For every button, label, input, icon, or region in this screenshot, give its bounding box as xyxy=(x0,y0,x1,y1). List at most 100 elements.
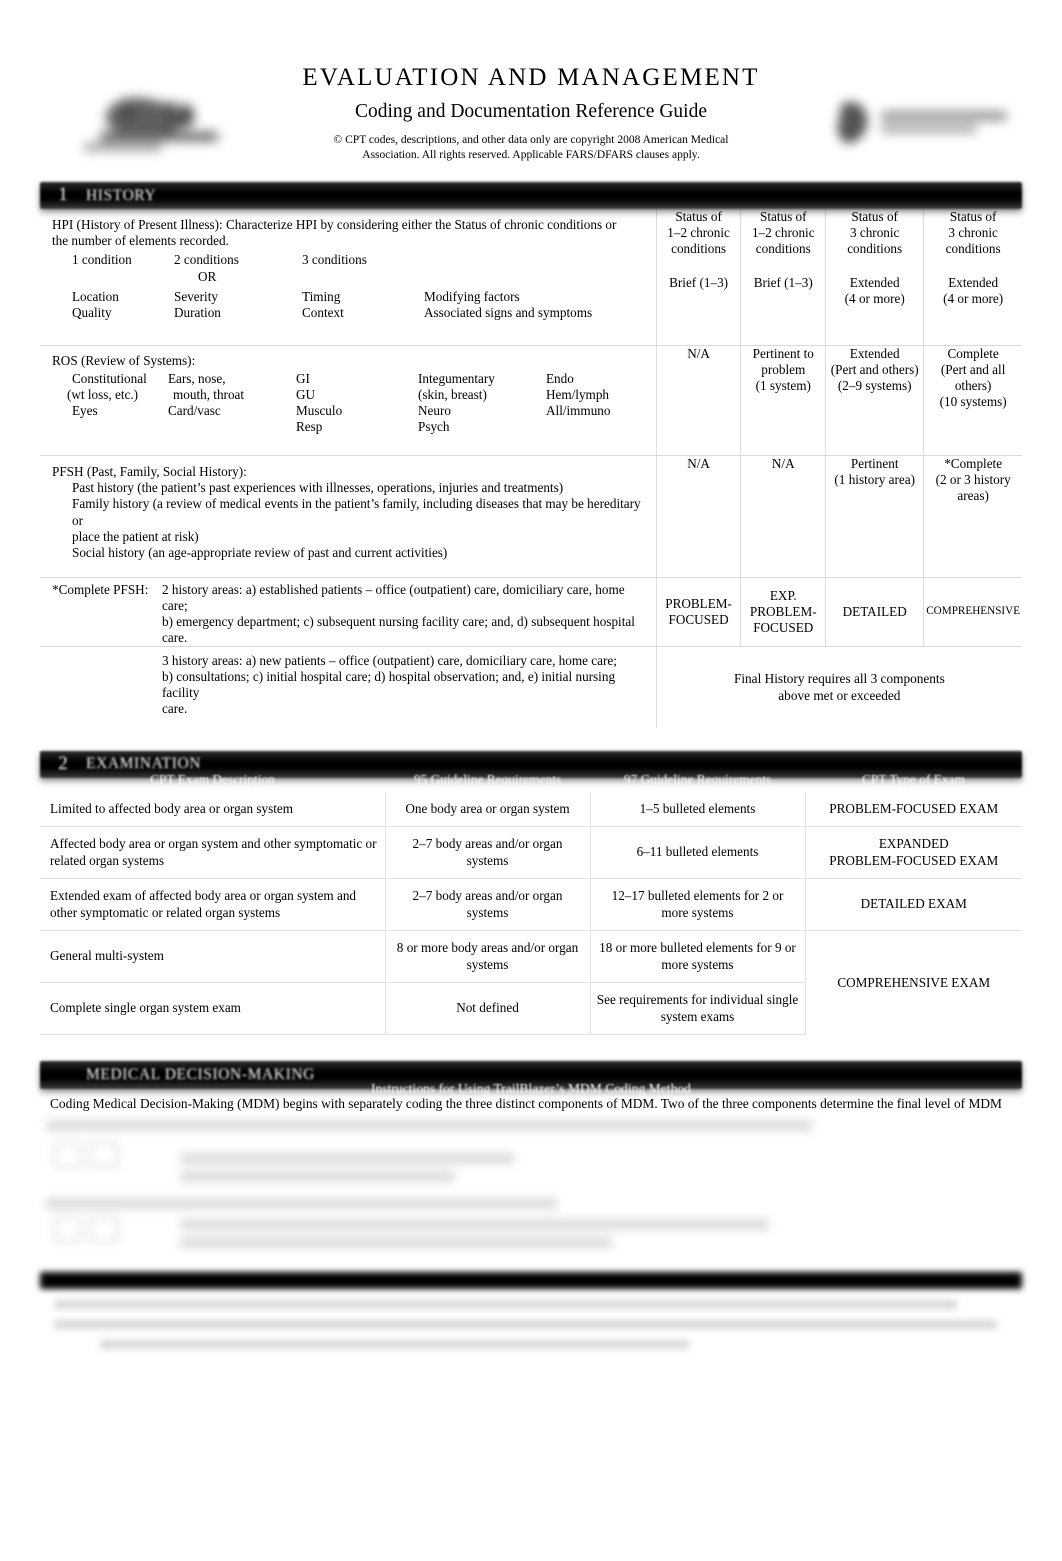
ros-level-3-line-2: (Pert and others) xyxy=(830,361,919,377)
ros-level-4-cell: Complete (Pert and all others) (10 syste… xyxy=(923,345,1022,456)
ros-col3-item-1: GI xyxy=(296,370,310,386)
page-title: EVALUATION AND MANAGEMENT xyxy=(302,64,760,91)
ros-level-3-line-3: (2–9 systems) xyxy=(837,377,912,393)
pfsh-level-1-cell: N/A xyxy=(655,455,741,578)
exam-row-4-type: COMPREHENSIVE EXAM xyxy=(804,930,1022,1035)
history-final-note: Final History requires all 3 components … xyxy=(655,646,1022,728)
history-row-ros: ROS (Review of Systems): Constitutional … xyxy=(40,345,1022,456)
hpi-level-1-line-3: conditions xyxy=(671,241,727,257)
complete-pfsh-cell-2: 3 history areas: a) new patients – offic… xyxy=(40,647,656,728)
pfsh-level-3-line-2: (1 history area) xyxy=(834,472,915,488)
hpi-level-1-line-2: 1–2 chronic xyxy=(667,225,730,241)
hpi-level-4-line-2: 3 chronic xyxy=(948,225,998,241)
pfsh-level-4-line-2: (2 or 3 history xyxy=(935,472,1011,488)
copyright-line-1: © CPT codes, descriptions, and other dat… xyxy=(333,133,729,146)
history-table: HPI (History of Present Illness): Charac… xyxy=(40,209,1022,728)
hpi-level-4-value-2: (4 or more) xyxy=(943,290,1004,306)
complete-pfsh-b2-line-2: b) consultations; c) initial hospital ca… xyxy=(162,669,616,701)
table-row: Extended exam of affected body area or o… xyxy=(40,878,1022,932)
exam-row-1-g97: 1–5 bulleted elements xyxy=(589,791,805,828)
ros-col3-item-4: Resp xyxy=(296,419,323,435)
history-final-note-line-2: above met or exceeded xyxy=(778,688,901,704)
hpi-level-3-value-1: Extended xyxy=(849,274,900,290)
mdm-section: MEDICAL DECISION-MAKING Instructions for… xyxy=(40,1061,1022,1267)
footer-faded-content xyxy=(40,1299,1022,1349)
complete-pfsh-b1-line-3: care. xyxy=(162,630,188,646)
hpi-element-context: Context xyxy=(302,304,344,320)
history-section-header: 1 HISTORY xyxy=(40,182,1022,210)
history-section: 1 HISTORY HPI (History of Present Illnes… xyxy=(40,182,1022,728)
exam-col-header-95: 95 Guideline Requirements xyxy=(413,771,562,787)
history-level-name-2-line-1: EXP. xyxy=(769,587,797,603)
pfsh-item-past: Past history (the patient’s past experie… xyxy=(72,480,564,496)
examination-table: Limited to affected body area or organ s… xyxy=(40,791,1022,1036)
history-level-name-1-line-2: FOCUSED xyxy=(668,612,729,628)
ros-level-2-cell: Pertinent to problem (1 system) xyxy=(740,345,826,456)
hpi-condition-1: 1 condition xyxy=(72,252,132,268)
exam-row-2-type-line-1: EXPANDED xyxy=(878,836,949,852)
exam-row-3-g95: 2–7 body areas and/or organ systems xyxy=(384,878,590,932)
exam-row-1-description: Limited to affected body area or organ s… xyxy=(40,791,385,828)
exam-col-header-description: CPT Exam Description xyxy=(150,771,275,787)
hpi-intro-line-1: HPI (History of Present Illness): Charac… xyxy=(52,217,617,233)
hpi-element-duration: Duration xyxy=(174,304,221,320)
complete-pfsh-label: *Complete PFSH: xyxy=(52,581,149,597)
ros-col4-item-1: Integumentary xyxy=(418,370,495,386)
complete-pfsh-b1-line-2: b) emergency department; c) subsequent n… xyxy=(162,614,635,630)
hpi-level-2-cell: Status of 1–2 chronic conditions Brief (… xyxy=(740,209,826,346)
complete-pfsh-b2-line-1: 3 history areas: a) new patients – offic… xyxy=(162,653,617,669)
ros-col1-item-3: Eyes xyxy=(72,403,98,419)
hpi-level-2-line-3: conditions xyxy=(755,241,811,257)
hpi-element-severity: Severity xyxy=(174,288,218,304)
mdm-section-subtitle: Instructions for Using TrailBlazer’s MDM… xyxy=(371,1081,691,1097)
exam-row-5-description: Complete single organ system exam xyxy=(40,982,385,1036)
hpi-level-2-line-2: 1–2 chronic xyxy=(751,225,815,241)
history-level-name-4: COMPREHENSIVE xyxy=(923,577,1022,647)
ros-level-2-line-2: problem xyxy=(761,361,806,377)
history-row-final: 3 history areas: a) new patients – offic… xyxy=(40,646,1022,728)
table-row: Limited to affected body area or organ s… xyxy=(40,791,1022,828)
exam-row-5-g95: Not defined xyxy=(384,982,590,1036)
hpi-level-3-cell: Status of 3 chronic conditions Extended … xyxy=(825,209,924,346)
ros-label: ROS (Review of Systems): xyxy=(52,352,196,368)
ros-level-2-line-1: Pertinent to xyxy=(752,345,814,361)
ros-col4-item-2: (skin, breast) xyxy=(418,386,487,402)
history-section-title: HISTORY xyxy=(86,186,157,204)
pfsh-item-family-cont: place the patient at risk) xyxy=(72,528,199,544)
hpi-level-2-line-1: Status of xyxy=(759,209,807,225)
pfsh-level-3-cell: Pertinent (1 history area) xyxy=(825,455,924,578)
ros-level-3-line-1: Extended xyxy=(849,345,900,361)
hpi-condition-2: 2 conditions xyxy=(174,252,239,268)
exam-row-1-g95: One body area or organ system xyxy=(384,791,590,828)
hpi-level-1-value: Brief (1–3) xyxy=(669,274,729,290)
pfsh-label: PFSH (Past, Family, Social History): xyxy=(52,464,247,480)
pfsh-level-2-cell: N/A xyxy=(740,455,826,578)
history-row-complete-pfsh: *Complete PFSH: 2 history areas: a) esta… xyxy=(40,577,1022,647)
complete-pfsh-b1-line-1: 2 history areas: a) established patients… xyxy=(162,581,625,613)
hpi-level-3-line-2: 3 chronic xyxy=(849,225,900,241)
hpi-level-3-line-1: Status of xyxy=(851,209,898,225)
hpi-level-4-value-1: Extended xyxy=(948,274,999,290)
hpi-level-3-value-2: (4 or more) xyxy=(844,290,905,306)
ros-level-4-line-4: (10 systems) xyxy=(939,394,1007,410)
examination-column-headers: CPT Exam Description 95 Guideline Requir… xyxy=(40,772,1022,788)
pfsh-description-cell: PFSH (Past, Family, Social History): Pas… xyxy=(40,456,656,578)
copyright-line-2: Association. All rights reserved. Applic… xyxy=(362,149,700,162)
ros-description-cell: ROS (Review of Systems): Constitutional … xyxy=(40,345,656,455)
hpi-level-4-line-1: Status of xyxy=(949,209,997,225)
document-page: EVALUATION AND MANAGEMENT Coding and Doc… xyxy=(0,0,1062,1561)
pfsh-level-4-cell: *Complete (2 or 3 history areas) xyxy=(923,455,1022,578)
history-level-name-1: PROBLEM- FOCUSED xyxy=(655,577,741,647)
table-row: Affected body area or organ system and o… xyxy=(40,826,1022,880)
exam-row-2-description: Affected body area or organ system and o… xyxy=(40,826,385,880)
ros-level-1-cell: N/A xyxy=(655,345,741,456)
ros-col1-item-2: (wt loss, etc.) xyxy=(67,386,139,402)
hpi-level-4-line-3: conditions xyxy=(945,241,1001,257)
hpi-level-4-cell: Status of 3 chronic conditions Extended … xyxy=(923,209,1022,346)
exam-row-3-g97: 12–17 bulleted elements for 2 or more sy… xyxy=(589,878,805,932)
ros-col2-item-3: Card/vasc xyxy=(168,403,221,419)
hpi-level-2-value: Brief (1–3) xyxy=(753,274,813,290)
hpi-element-modifying-factors: Modifying factors xyxy=(424,288,520,304)
exam-row-2-g97: 6–11 bulleted elements xyxy=(589,826,805,880)
ros-col4-item-4: Psych xyxy=(418,419,450,435)
